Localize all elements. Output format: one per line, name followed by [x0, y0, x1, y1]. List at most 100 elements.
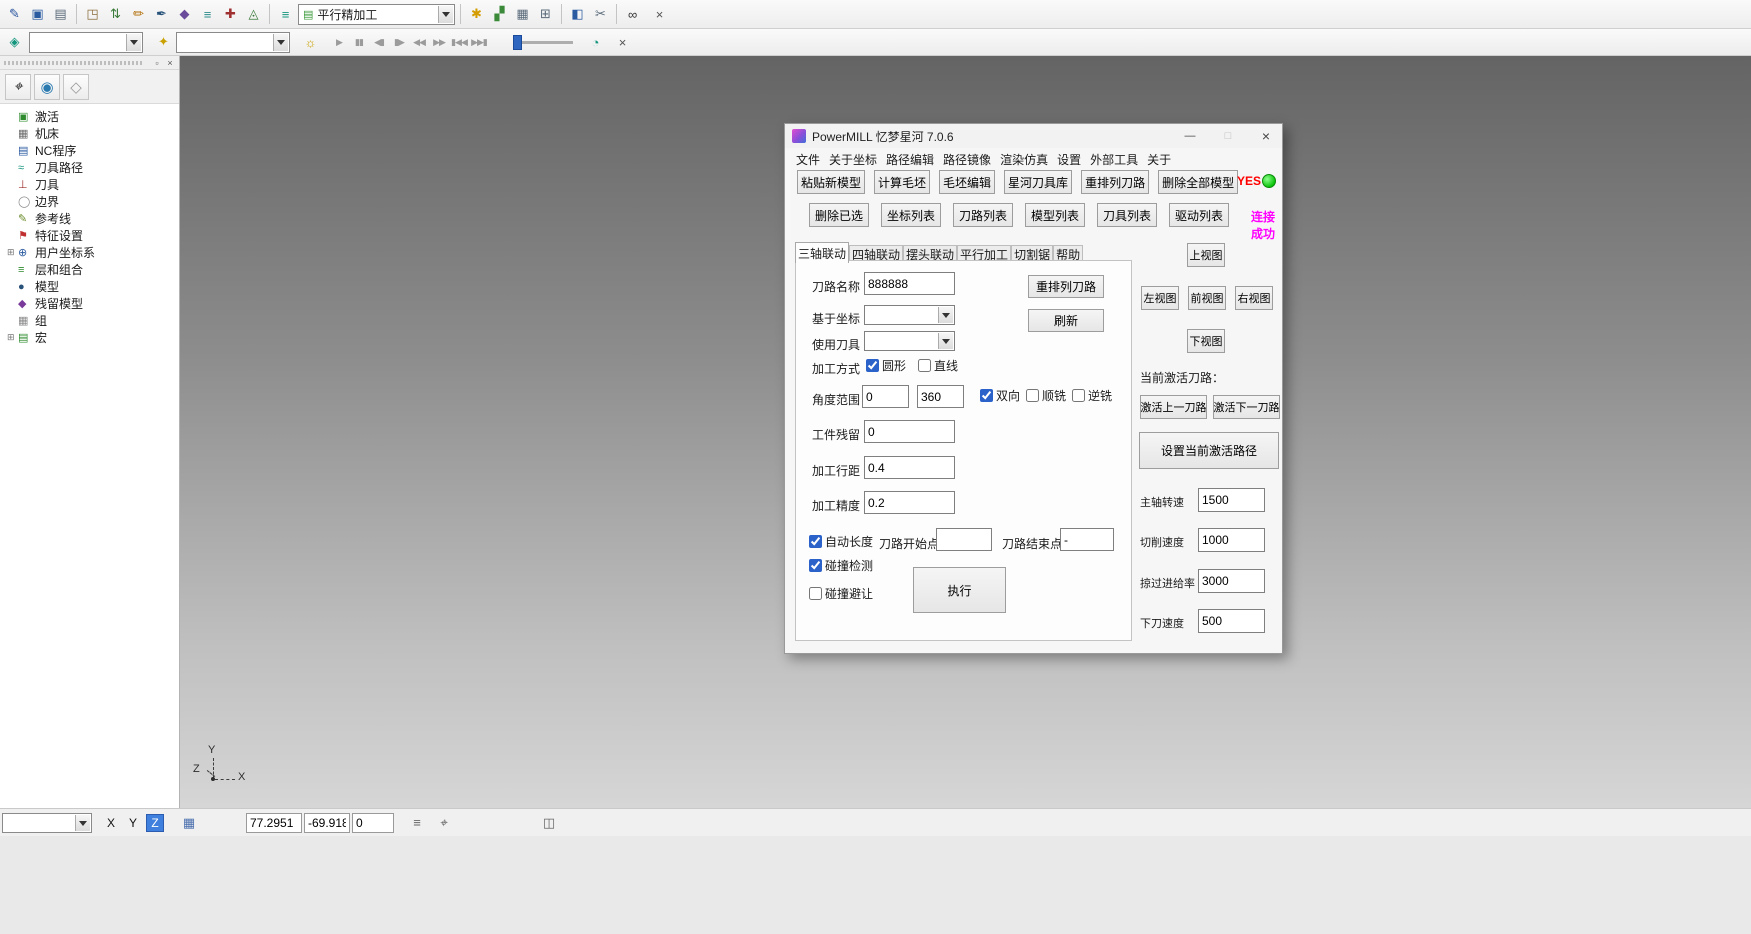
view-top-button[interactable]: 上视图: [1187, 243, 1225, 267]
pause-button[interactable]: ▮▮: [349, 32, 369, 52]
edit-block-button[interactable]: 毛坯编辑: [939, 170, 995, 194]
tree-item-toolpaths[interactable]: ≈ 刀具路径: [0, 159, 179, 176]
menu-item[interactable]: 文件: [794, 150, 822, 169]
web-globe-icon[interactable]: ◉: [34, 74, 60, 100]
block-icon[interactable]: ◳: [82, 4, 103, 25]
spindle-speed-field[interactable]: [1198, 488, 1265, 512]
tree-item-boundaries[interactable]: ◯ 边界: [0, 193, 179, 210]
tool-list-button[interactable]: 刀具列表: [1097, 203, 1157, 227]
skim-feed-field[interactable]: [1198, 569, 1265, 593]
panel-drag-handle[interactable]: [4, 61, 144, 65]
reorder-toolpaths-form-button[interactable]: 重排列刀路: [1028, 275, 1104, 298]
tree-item-groups[interactable]: ▦ 组: [0, 312, 179, 329]
checkbox[interactable]: [809, 535, 822, 548]
plunge-feed-field[interactable]: [1198, 609, 1265, 633]
bidirectional-checkbox[interactable]: 双向: [980, 387, 1020, 404]
view-left-button[interactable]: 左视图: [1141, 286, 1179, 310]
simulation-speed-slider[interactable]: [515, 41, 573, 44]
explorer-tree-icon[interactable]: ⌖: [5, 74, 31, 100]
step-forward-button[interactable]: ▮▶: [389, 32, 409, 52]
auto-length-checkbox[interactable]: 自动长度: [809, 533, 873, 550]
shield-icon[interactable]: ◇: [63, 74, 89, 100]
measure-icon[interactable]: ⌖: [432, 813, 454, 833]
chevron-down-icon[interactable]: [938, 333, 953, 349]
transform-icon[interactable]: ◆: [174, 4, 195, 25]
menu-item[interactable]: 关于坐标: [827, 150, 879, 169]
checkbox[interactable]: [809, 559, 822, 572]
view-bottom-button[interactable]: 下视图: [1187, 329, 1225, 353]
clipping-icon[interactable]: ✂: [590, 4, 611, 25]
x-axis-button[interactable]: X: [102, 814, 120, 832]
cutting-feed-field[interactable]: [1198, 528, 1265, 552]
statistics-icon[interactable]: ▞: [489, 4, 510, 25]
chevron-down-icon[interactable]: [438, 6, 453, 23]
line-checkbox[interactable]: 直线: [918, 357, 958, 374]
tool-library-button[interactable]: 星河刀具库: [1004, 170, 1072, 194]
drive-list-button[interactable]: 驱动列表: [1169, 203, 1229, 227]
activate-prev-toolpath-button[interactable]: 激活上一刀路: [1140, 395, 1207, 419]
sim-toolpath-combobox[interactable]: [29, 32, 143, 53]
clipboard-icon[interactable]: ◧: [567, 4, 588, 25]
new-project-icon[interactable]: ✎: [4, 4, 25, 25]
slider-handle[interactable]: [513, 35, 522, 50]
delete-selected-button[interactable]: 删除已选: [809, 203, 869, 227]
grid-icon[interactable]: ▦: [178, 813, 200, 833]
tree-item-workplanes[interactable]: ⊞ ⊕ 用户坐标系: [0, 244, 179, 261]
step-back-button[interactable]: ◀▮: [369, 32, 389, 52]
activate-next-toolpath-button[interactable]: 激活下一刀路: [1213, 395, 1280, 419]
rapid-heights-icon[interactable]: ⇅: [105, 4, 126, 25]
toolbox-icon[interactable]: ✱: [466, 4, 487, 25]
simulation-object-icon[interactable]: ◈: [4, 32, 25, 53]
workplane-list-button[interactable]: 坐标列表: [881, 203, 941, 227]
toolpath-list-button[interactable]: 刀路列表: [953, 203, 1013, 227]
dialog-titlebar[interactable]: PowerMILL 忆梦星河 7.0.6 — □ ×: [785, 124, 1282, 148]
maximize-button[interactable]: □: [1214, 126, 1242, 146]
calculator-icon[interactable]: ▦: [512, 4, 533, 25]
menu-item[interactable]: 关于: [1145, 150, 1173, 169]
execute-button[interactable]: 执行: [913, 567, 1006, 613]
stock-input[interactable]: [864, 420, 955, 443]
checkbox[interactable]: [1026, 389, 1039, 402]
sim-tool-combobox[interactable]: [176, 32, 290, 53]
menu-item[interactable]: 路径编辑: [884, 150, 936, 169]
collision-check-checkbox[interactable]: 碰撞检测: [809, 557, 873, 574]
model-list-button[interactable]: 模型列表: [1025, 203, 1085, 227]
menu-item[interactable]: 渲染仿真: [998, 150, 1050, 169]
chevron-down-icon[interactable]: [75, 815, 90, 831]
toolpath-edit-icon[interactable]: ✏: [128, 4, 149, 25]
minimize-button[interactable]: —: [1176, 126, 1204, 146]
numpad-icon[interactable]: ⊞: [535, 4, 556, 25]
tolerance-input[interactable]: [864, 491, 955, 514]
calc-block-button[interactable]: 计算毛坯: [874, 170, 930, 194]
refresh-button[interactable]: 刷新: [1028, 309, 1104, 332]
tree-item-feature-sets[interactable]: ⚑ 特征设置: [0, 227, 179, 244]
y-axis-button[interactable]: Y: [124, 814, 142, 832]
close-button[interactable]: ×: [1252, 126, 1280, 146]
toolpath-name-input[interactable]: [864, 272, 955, 295]
chevron-down-icon[interactable]: [126, 34, 141, 51]
chevron-down-icon[interactable]: [938, 307, 953, 323]
tool-combobox[interactable]: [864, 331, 955, 351]
stepover-input[interactable]: [864, 456, 955, 479]
tree-item-models[interactable]: ● 模型: [0, 278, 179, 295]
circular-checkbox[interactable]: 圆形: [866, 357, 906, 374]
tree-item-nc-programs[interactable]: ▤ NC程序: [0, 142, 179, 159]
feeds-icon[interactable]: ✚: [220, 4, 241, 25]
tree-item-tools[interactable]: ⊥ 刀具: [0, 176, 179, 193]
go-to-end-button[interactable]: ▶▶▮: [469, 32, 489, 52]
delete-all-models-button[interactable]: 删除全部模型: [1158, 170, 1238, 194]
tree-item-activate[interactable]: ▣ 激活: [0, 108, 179, 125]
climb-checkbox[interactable]: 顺铣: [1026, 387, 1066, 404]
checkbox[interactable]: [980, 389, 993, 402]
tree-expander-icon[interactable]: ⊞: [7, 247, 18, 258]
toolbar-close-icon[interactable]: ×: [614, 34, 631, 51]
workplane-combobox[interactable]: [864, 305, 955, 325]
end-point-input[interactable]: [1060, 528, 1114, 551]
z-axis-button[interactable]: Z: [146, 814, 164, 832]
collision-avoid-checkbox[interactable]: 碰撞避让: [809, 585, 873, 602]
strategy-combobox[interactable]: ▤ 平行精加工: [298, 4, 455, 25]
pages-icon[interactable]: ◫: [538, 813, 560, 833]
fast-forward-button[interactable]: ▶▶: [429, 32, 449, 52]
strategy-list-icon[interactable]: ≡: [275, 4, 296, 25]
go-to-start-button[interactable]: ▮◀◀: [449, 32, 469, 52]
